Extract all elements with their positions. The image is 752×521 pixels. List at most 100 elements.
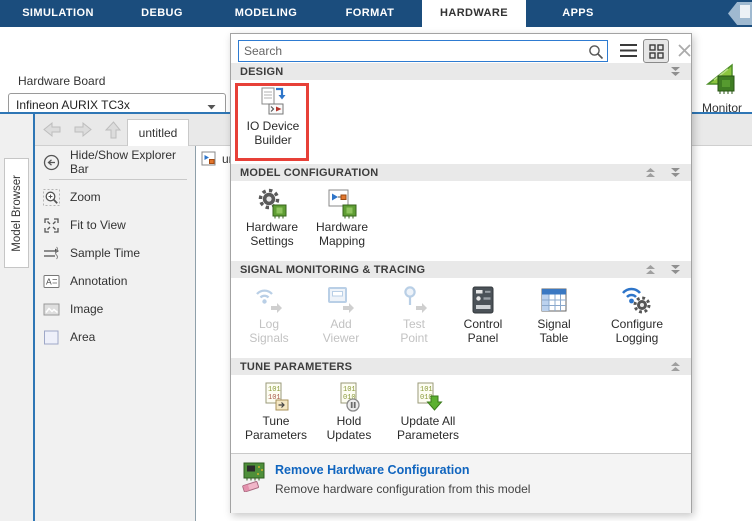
image-icon — [43, 301, 60, 318]
section-header-design: DESIGN — [231, 63, 691, 80]
close-icon[interactable] — [678, 44, 691, 57]
hardware-board-value: Infineon AURIX TC3x — [16, 98, 130, 112]
hide-show-explorer-bar-item[interactable]: Hide/Show Explorer Bar — [35, 148, 195, 176]
grid-view-button[interactable] — [643, 39, 669, 63]
palette-item-image[interactable]: Image — [35, 295, 195, 323]
palette-item-label: Image — [70, 302, 103, 316]
hardware-mapping-icon — [326, 187, 358, 219]
gallery-item-label: Log Signals — [249, 317, 288, 345]
gallery-item-tune-parameters[interactable]: 101 101 Tune Parameters — [237, 381, 315, 442]
tab-format[interactable]: FORMAT — [318, 0, 422, 27]
gallery-item-control-panel[interactable]: Control Panel — [447, 284, 519, 345]
chevron-down-icon — [207, 104, 216, 110]
explorer-bar-icon — [43, 154, 60, 171]
palette-item-label: Hide/Show Explorer Bar — [70, 148, 195, 176]
gallery-item-signal-table[interactable]: Signal Table — [519, 284, 589, 345]
gallery-item-io-device-builder[interactable]: IO Device Builder — [237, 86, 309, 147]
gallery-item-add-viewer: Add Viewer — [301, 284, 381, 345]
configure-logging-icon — [621, 284, 653, 316]
collapse-up-icon[interactable] — [669, 362, 682, 372]
section-body-design: IO Device Builder — [231, 80, 691, 164]
palette-separator — [49, 179, 187, 180]
palette-item-label: Area — [70, 330, 95, 344]
gallery-item-hardware-mapping[interactable]: Hardware Mapping — [307, 187, 377, 248]
remove-hardware-configuration-description: Remove hardware configuration from this … — [275, 482, 530, 496]
sample-time-icon — [43, 245, 60, 262]
gallery-item-log-signals: Log Signals — [237, 284, 301, 345]
gallery-item-update-all-parameters[interactable]: 101 010 Update All Parameters — [383, 381, 473, 442]
model-browser-label: Model Browser — [11, 175, 23, 252]
svg-text:101: 101 — [343, 386, 356, 394]
hold-updates-icon: 101 010 — [333, 381, 365, 413]
grid-view-icon — [649, 44, 664, 59]
palette-item-label: Fit to View — [70, 218, 126, 232]
tab-debug[interactable]: DEBUG — [110, 0, 214, 27]
search-input[interactable] — [238, 40, 608, 62]
palette-item-label: Zoom — [70, 190, 101, 204]
zoom-icon — [43, 189, 60, 206]
remove-hardware-configuration-item[interactable]: Remove Hardware Configuration Remove har… — [231, 453, 691, 513]
section-body-model-configuration: Hardware Settings Hardware Mapping — [231, 181, 691, 261]
gallery-search-row — [231, 34, 691, 63]
hardware-gallery-popup: DESIGN IO Device Builder — [230, 33, 692, 513]
gallery-item-label: Hold Updates — [327, 414, 372, 442]
control-panel-icon — [467, 284, 499, 316]
tab-simulation[interactable]: SIMULATION — [6, 0, 110, 27]
forward-button[interactable] — [74, 121, 94, 139]
remove-hardware-configuration-icon — [241, 462, 267, 492]
canvas-palette-menu: Hide/Show Explorer Bar Zoom Fit to View — [35, 146, 196, 521]
gallery-item-label: Hardware Settings — [246, 220, 298, 248]
collapse-down-icon[interactable] — [669, 265, 682, 275]
annotation-icon: A — [43, 273, 60, 290]
collapse-section-icon[interactable] — [669, 67, 682, 77]
hardware-settings-icon — [256, 187, 288, 219]
tab-apps[interactable]: APPS — [526, 0, 630, 27]
up-to-parent-button[interactable] — [105, 121, 125, 139]
monitor-tune-icon — [704, 63, 740, 96]
svg-text:A: A — [46, 276, 52, 286]
list-view-icon[interactable] — [620, 43, 637, 58]
gallery-item-label: Update All Parameters — [397, 414, 459, 442]
section-body-tune-parameters: 101 101 Tune Parameters 101 010 Hold Upd… — [231, 375, 691, 453]
gallery-item-label: Hardware Mapping — [316, 220, 368, 248]
test-point-icon — [398, 284, 430, 316]
search-icon — [588, 44, 604, 60]
fit-to-view-icon — [43, 217, 60, 234]
tab-hardware[interactable]: HARDWARE — [422, 0, 526, 27]
collapse-up-icon[interactable] — [644, 265, 657, 275]
hardware-board-label: Hardware Board — [18, 74, 105, 88]
palette-item-area[interactable]: Area — [35, 323, 195, 351]
area-icon — [43, 329, 60, 346]
gallery-item-configure-logging[interactable]: Configure Logging — [589, 284, 685, 345]
io-device-builder-icon — [257, 86, 289, 118]
palette-item-zoom[interactable]: Zoom — [35, 183, 195, 211]
signal-table-icon — [538, 284, 570, 316]
palette-item-sample-time[interactable]: Sample Time — [35, 239, 195, 267]
model-file-icon — [201, 151, 217, 167]
gallery-item-hardware-settings[interactable]: Hardware Settings — [237, 187, 307, 248]
log-signals-icon — [253, 284, 285, 316]
tab-modeling[interactable]: MODELING — [214, 0, 318, 27]
corner-arrow-decoration — [728, 2, 752, 25]
document-tab-untitled[interactable]: untitled — [127, 119, 189, 146]
gallery-item-label: Add Viewer — [323, 317, 359, 345]
gallery-item-label: Configure Logging — [611, 317, 663, 345]
palette-item-annotation[interactable]: A Annotation — [35, 267, 195, 295]
remove-hardware-configuration-title: Remove Hardware Configuration — [275, 463, 469, 477]
collapse-down-icon[interactable] — [669, 168, 682, 178]
collapse-up-icon[interactable] — [644, 168, 657, 178]
toolstrip-tab-bar: SIMULATION DEBUG MODELING FORMAT HARDWAR… — [0, 0, 752, 27]
model-browser-tab[interactable]: Model Browser — [4, 158, 29, 268]
section-title: SIGNAL MONITORING & TRACING — [240, 264, 425, 276]
section-header-signal-monitoring: SIGNAL MONITORING & TRACING — [231, 261, 691, 278]
section-body-signal-monitoring: Log Signals Add Viewer Test Point — [231, 278, 691, 358]
gallery-item-label: IO Device Builder — [247, 119, 300, 147]
gallery-item-label: Signal Table — [537, 317, 570, 345]
svg-text:101: 101 — [268, 386, 281, 394]
svg-text:101: 101 — [420, 386, 433, 394]
gallery-item-test-point: Test Point — [381, 284, 447, 345]
back-button[interactable] — [43, 121, 63, 139]
gallery-item-label: Control Panel — [464, 317, 503, 345]
palette-item-fit-to-view[interactable]: Fit to View — [35, 211, 195, 239]
gallery-item-hold-updates[interactable]: 101 010 Hold Updates — [315, 381, 383, 442]
